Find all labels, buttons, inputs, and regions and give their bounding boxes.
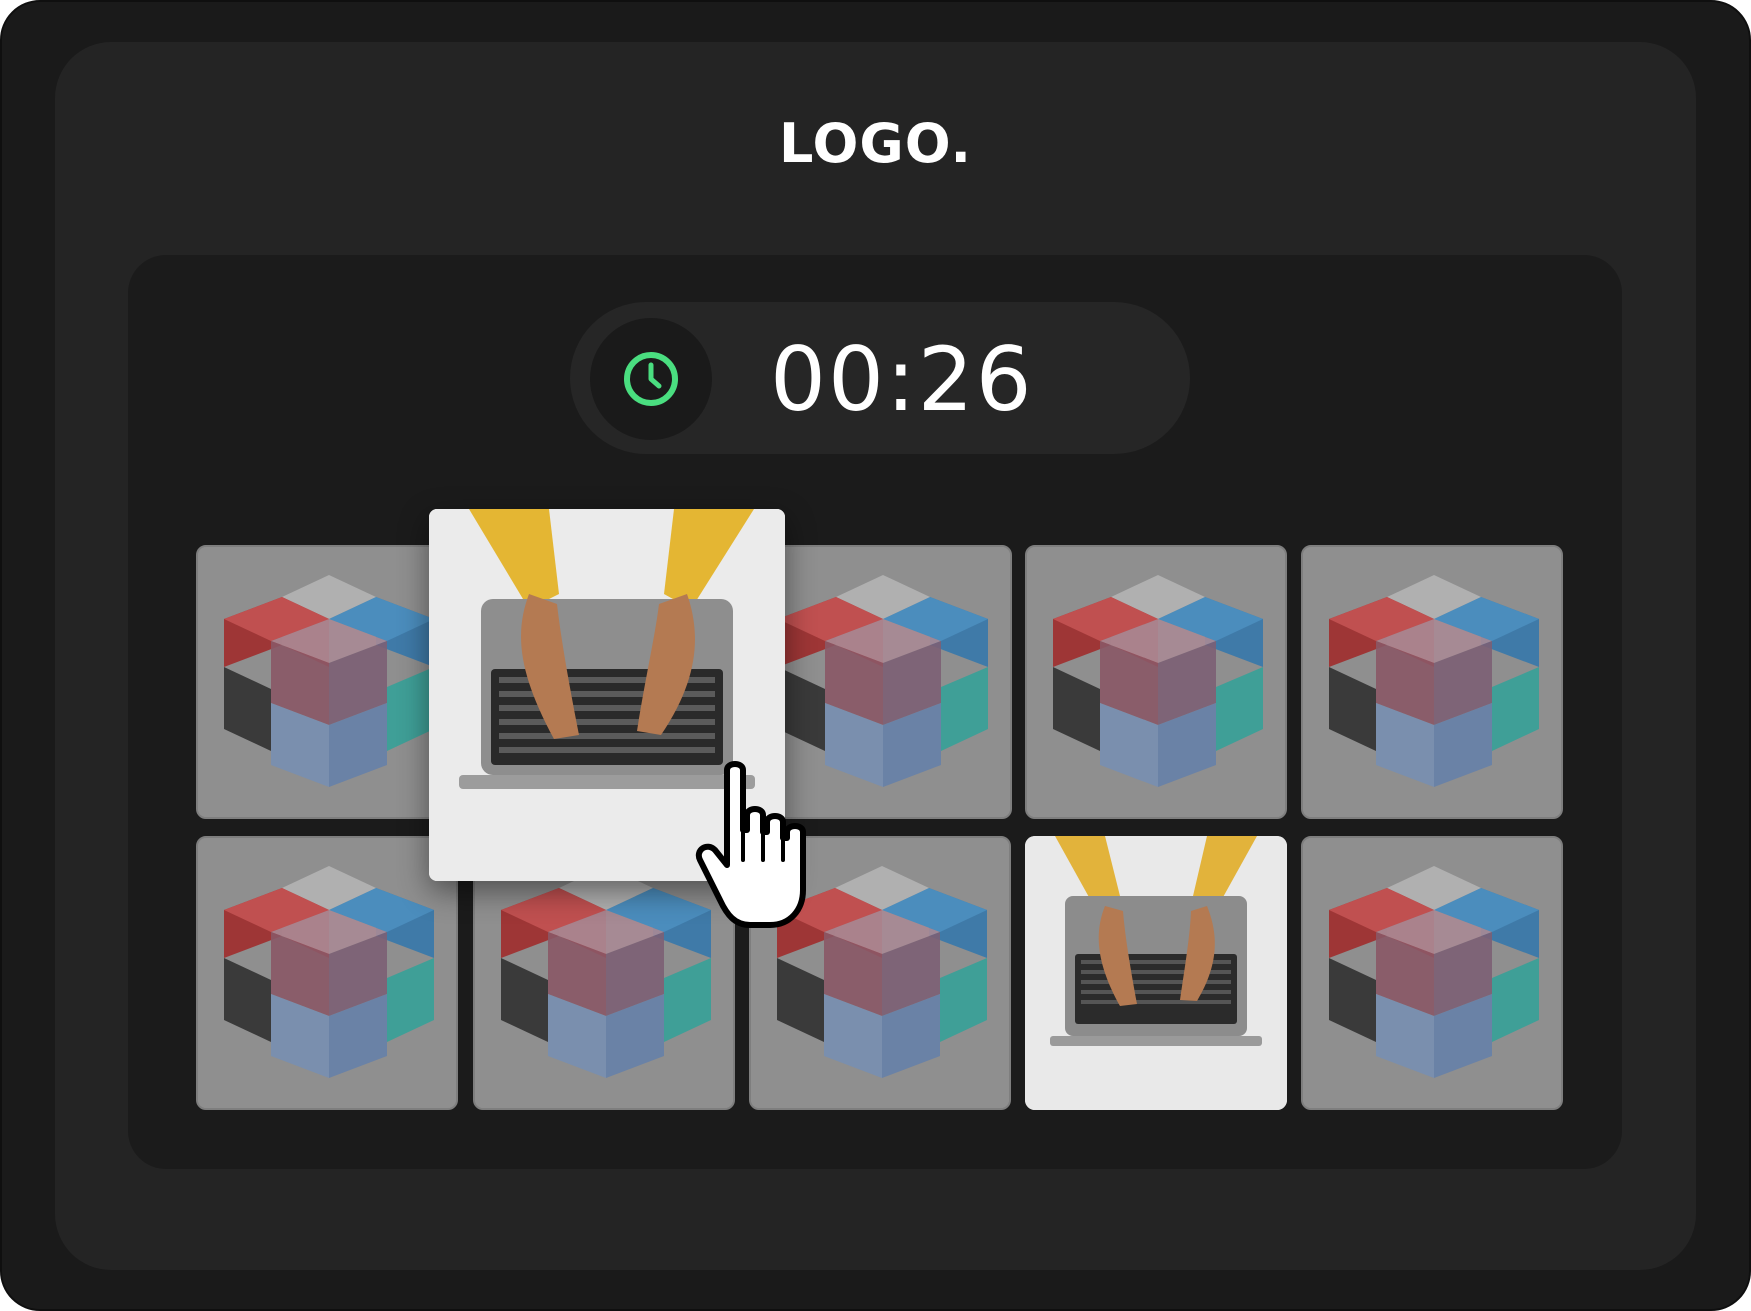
clock-icon <box>624 352 678 406</box>
memory-card-r1c4[interactable] <box>1025 545 1287 819</box>
memory-card-r2c1[interactable] <box>196 836 458 1110</box>
timer-value: 00:26 <box>770 328 1034 431</box>
cube-image <box>1027 547 1285 817</box>
hand-pointer-icon <box>695 761 806 928</box>
memory-card-r1c5[interactable] <box>1301 545 1563 819</box>
laptop-image <box>1025 836 1287 1110</box>
memory-card-r2c4[interactable] <box>1025 836 1287 1110</box>
memory-card-r2c5[interactable] <box>1301 836 1563 1110</box>
timer-icon-badge <box>590 318 712 440</box>
memory-card-r1c1[interactable] <box>196 545 458 819</box>
cube-image <box>198 838 456 1108</box>
cube-image <box>1303 547 1561 817</box>
cube-image <box>1303 838 1561 1108</box>
logo: LOGO. <box>779 112 972 175</box>
cube-image <box>198 547 456 817</box>
